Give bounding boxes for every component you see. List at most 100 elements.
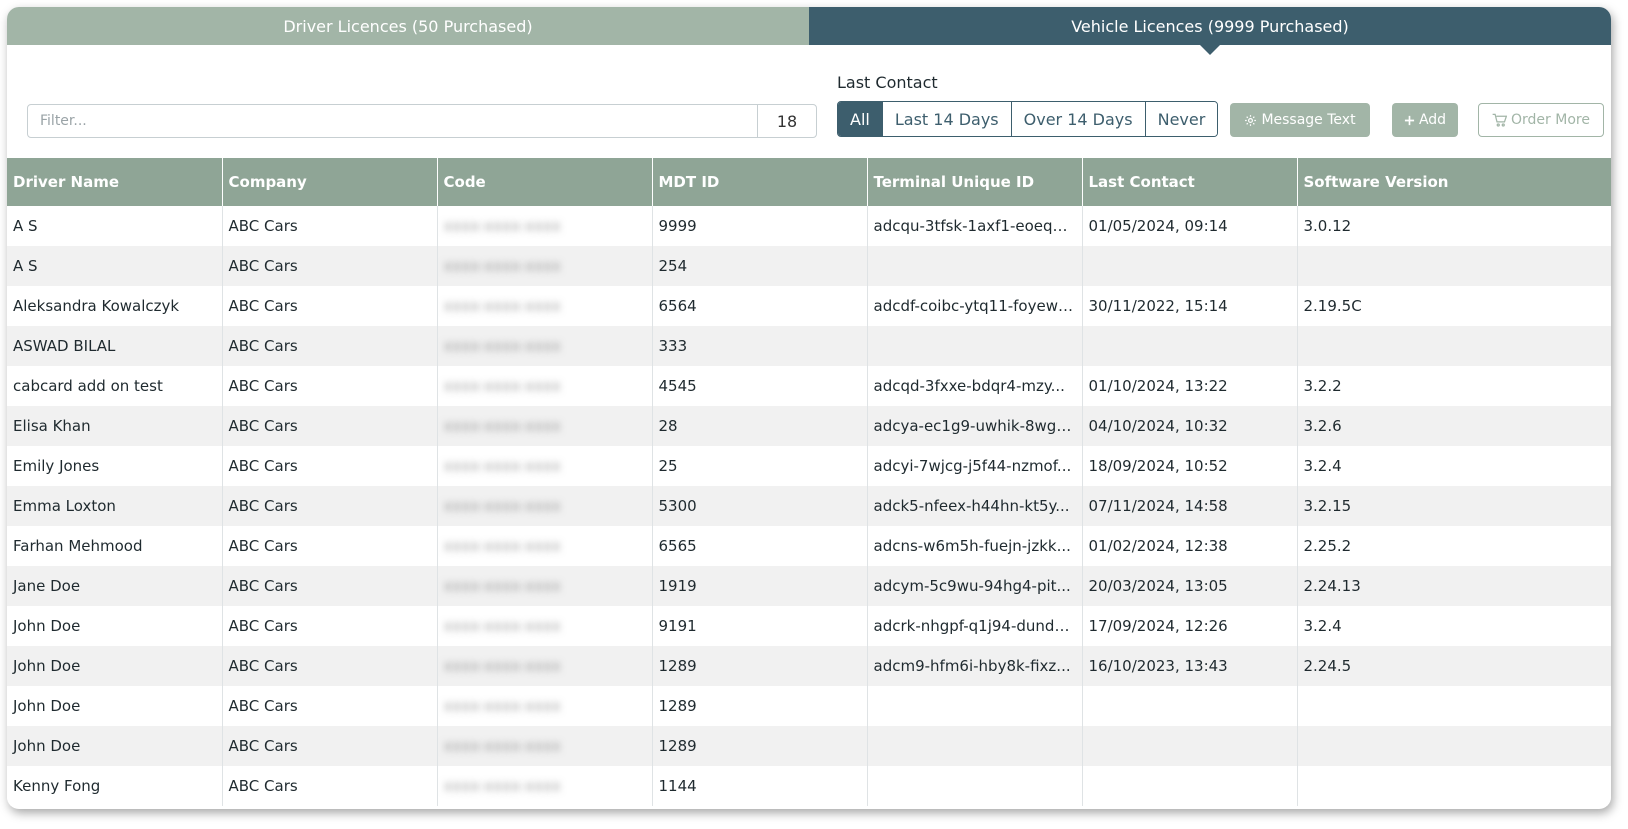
column-header-mdt-id[interactable]: MDT ID bbox=[652, 158, 868, 206]
driver-name-cell: ASWAD BILAL bbox=[7, 326, 223, 366]
table-row[interactable]: A S ABC Cars xxxx-xxxx-xxxx 254 bbox=[7, 246, 1611, 286]
code-cell: xxxx-xxxx-xxxx bbox=[437, 406, 653, 446]
table-row[interactable]: Farhan Mehmood ABC Cars xxxx-xxxx-xxxx 6565… bbox=[7, 526, 1611, 566]
last-contact-14-days-button[interactable]: Last 14 Days bbox=[881, 102, 1011, 136]
driver-name-cell: John Doe bbox=[7, 646, 223, 686]
tab-driver-licences[interactable]: Driver Licences (50 Purchased) bbox=[7, 7, 809, 45]
last-contact-cell bbox=[1082, 246, 1298, 286]
software-version-cell: 2.25.2 bbox=[1297, 526, 1611, 566]
table-row[interactable]: John Doe ABC Cars xxxx-xxxx-xxxx 1289 bbox=[7, 726, 1611, 766]
driver-name-cell: cabcard add on test bbox=[7, 366, 223, 406]
last-contact-never-button[interactable]: Never bbox=[1144, 102, 1218, 136]
company-cell: ABC Cars bbox=[222, 206, 438, 246]
company-cell: ABC Cars bbox=[222, 566, 438, 606]
plus-icon bbox=[1404, 115, 1415, 126]
mdt-id-cell: 9191 bbox=[652, 606, 868, 646]
column-header-terminal-unique-id[interactable]: Terminal Unique ID bbox=[867, 158, 1083, 206]
software-version-cell: 2.19.5C bbox=[1297, 286, 1611, 326]
table-row[interactable]: Emma Loxton ABC Cars xxxx-xxxx-xxxx 5300 adc… bbox=[7, 486, 1611, 526]
software-version-cell: 2.24.5 bbox=[1297, 646, 1611, 686]
driver-name-cell: Emma Loxton bbox=[7, 486, 223, 526]
last-contact-cell: 04/10/2024, 10:32 bbox=[1082, 406, 1298, 446]
software-version-cell: 3.2.4 bbox=[1297, 606, 1611, 646]
company-cell: ABC Cars bbox=[222, 406, 438, 446]
driver-name-cell: A S bbox=[7, 246, 223, 286]
last-contact-cell bbox=[1082, 766, 1298, 806]
mdt-id-cell: 1919 bbox=[652, 566, 868, 606]
filter-result-count: 18 bbox=[757, 105, 816, 137]
code-cell: xxxx-xxxx-xxxx bbox=[437, 486, 653, 526]
software-version-cell bbox=[1297, 766, 1611, 806]
last-contact-cell: 07/11/2024, 14:58 bbox=[1082, 486, 1298, 526]
terminal-unique-id-cell: adck5-nfeex-h44hn-kt5y... bbox=[867, 486, 1083, 526]
add-button[interactable]: Add bbox=[1392, 103, 1458, 137]
mdt-id-cell: 6565 bbox=[652, 526, 868, 566]
terminal-unique-id-cell: adcqu-3tfsk-1axf1-eoeq6-... bbox=[867, 206, 1083, 246]
table-row[interactable]: John Doe ABC Cars xxxx-xxxx-xxxx 1289 adcm9-… bbox=[7, 646, 1611, 686]
table-row[interactable]: Kenny Fong ABC Cars xxxx-xxxx-xxxx 1144 bbox=[7, 766, 1611, 806]
terminal-unique-id-cell: adcm9-hfm6i-hby8k-fixz... bbox=[867, 646, 1083, 686]
table-row[interactable]: cabcard add on test ABC Cars xxxx-xxxx-xxx… bbox=[7, 366, 1611, 406]
table-header-row: Driver Name Company Code MDT ID Terminal… bbox=[7, 158, 1611, 206]
add-label: Add bbox=[1418, 112, 1447, 128]
last-contact-cell bbox=[1082, 726, 1298, 766]
gear-icon bbox=[1244, 114, 1257, 127]
software-version-cell bbox=[1297, 326, 1611, 366]
driver-name-cell: Kenny Fong bbox=[7, 766, 223, 806]
toolbar: 18 Last Contact All Last 14 Days Over 14… bbox=[7, 45, 1611, 165]
mdt-id-cell: 1289 bbox=[652, 646, 868, 686]
company-cell: ABC Cars bbox=[222, 486, 438, 526]
terminal-unique-id-cell: adcqd-3fxxe-bdqr4-mzy... bbox=[867, 366, 1083, 406]
table-row[interactable]: John Doe ABC Cars xxxx-xxxx-xxxx 9191 adcrk-… bbox=[7, 606, 1611, 646]
last-contact-cell: 01/05/2024, 09:14 bbox=[1082, 206, 1298, 246]
mdt-id-cell: 254 bbox=[652, 246, 868, 286]
company-cell: ABC Cars bbox=[222, 606, 438, 646]
software-version-cell bbox=[1297, 686, 1611, 726]
last-contact-cell: 16/10/2023, 13:43 bbox=[1082, 646, 1298, 686]
mdt-id-cell: 1289 bbox=[652, 726, 868, 766]
message-text-button[interactable]: Message Text bbox=[1230, 103, 1370, 137]
column-header-software-version[interactable]: Software Version bbox=[1297, 158, 1611, 206]
terminal-unique-id-cell bbox=[867, 326, 1083, 366]
column-header-company[interactable]: Company bbox=[222, 158, 438, 206]
tab-vehicle-licences[interactable]: Vehicle Licences (9999 Purchased) bbox=[809, 7, 1611, 55]
column-header-code[interactable]: Code bbox=[437, 158, 653, 206]
filter-input[interactable] bbox=[28, 105, 757, 137]
table-row[interactable]: Emily Jones ABC Cars xxxx-xxxx-xxxx 25 adcyi… bbox=[7, 446, 1611, 486]
code-cell: xxxx-xxxx-xxxx bbox=[437, 526, 653, 566]
code-cell: xxxx-xxxx-xxxx bbox=[437, 206, 653, 246]
driver-name-cell: Farhan Mehmood bbox=[7, 526, 223, 566]
last-contact-over-14-days-button[interactable]: Over 14 Days bbox=[1010, 102, 1145, 136]
code-cell: xxxx-xxxx-xxxx bbox=[437, 286, 653, 326]
software-version-cell: 3.2.4 bbox=[1297, 446, 1611, 486]
company-cell: ABC Cars bbox=[222, 286, 438, 326]
message-text-label: Message Text bbox=[1261, 112, 1356, 128]
mdt-id-cell: 9999 bbox=[652, 206, 868, 246]
column-header-driver-name[interactable]: Driver Name bbox=[7, 158, 223, 206]
last-contact-cell bbox=[1082, 326, 1298, 366]
table-row[interactable]: Elisa Khan ABC Cars xxxx-xxxx-xxxx 28 adcya-… bbox=[7, 406, 1611, 446]
last-contact-all-button[interactable]: All bbox=[838, 102, 882, 136]
code-cell: xxxx-xxxx-xxxx bbox=[437, 566, 653, 606]
code-cell: xxxx-xxxx-xxxx bbox=[437, 686, 653, 726]
order-more-button[interactable]: Order More bbox=[1478, 103, 1604, 137]
software-version-cell: 3.2.2 bbox=[1297, 366, 1611, 406]
company-cell: ABC Cars bbox=[222, 326, 438, 366]
column-header-last-contact[interactable]: Last Contact bbox=[1082, 158, 1298, 206]
table-row[interactable]: A S ABC Cars xxxx-xxxx-xxxx 9999 adcqu-3tfsk… bbox=[7, 206, 1611, 246]
table-row[interactable]: ASWAD BILAL ABC Cars xxxx-xxxx-xxxx 333 bbox=[7, 326, 1611, 366]
company-cell: ABC Cars bbox=[222, 646, 438, 686]
driver-name-cell: A S bbox=[7, 206, 223, 246]
table-row[interactable]: John Doe ABC Cars xxxx-xxxx-xxxx 1289 bbox=[7, 686, 1611, 726]
software-version-cell: 3.0.12 bbox=[1297, 206, 1611, 246]
table-row[interactable]: Aleksandra Kowalczyk ABC Cars xxxx-xxxx-xx… bbox=[7, 286, 1611, 326]
software-version-cell bbox=[1297, 726, 1611, 766]
table-body: A S ABC Cars xxxx-xxxx-xxxx 9999 adcqu-3tfsk… bbox=[7, 206, 1611, 806]
company-cell: ABC Cars bbox=[222, 726, 438, 766]
terminal-unique-id-cell bbox=[867, 246, 1083, 286]
code-cell: xxxx-xxxx-xxxx bbox=[437, 726, 653, 766]
filter-group: 18 bbox=[27, 104, 817, 138]
last-contact-label: Last Contact bbox=[837, 73, 938, 92]
table-row[interactable]: Jane Doe ABC Cars xxxx-xxxx-xxxx 1919 adcym-… bbox=[7, 566, 1611, 606]
software-version-cell: 2.24.13 bbox=[1297, 566, 1611, 606]
